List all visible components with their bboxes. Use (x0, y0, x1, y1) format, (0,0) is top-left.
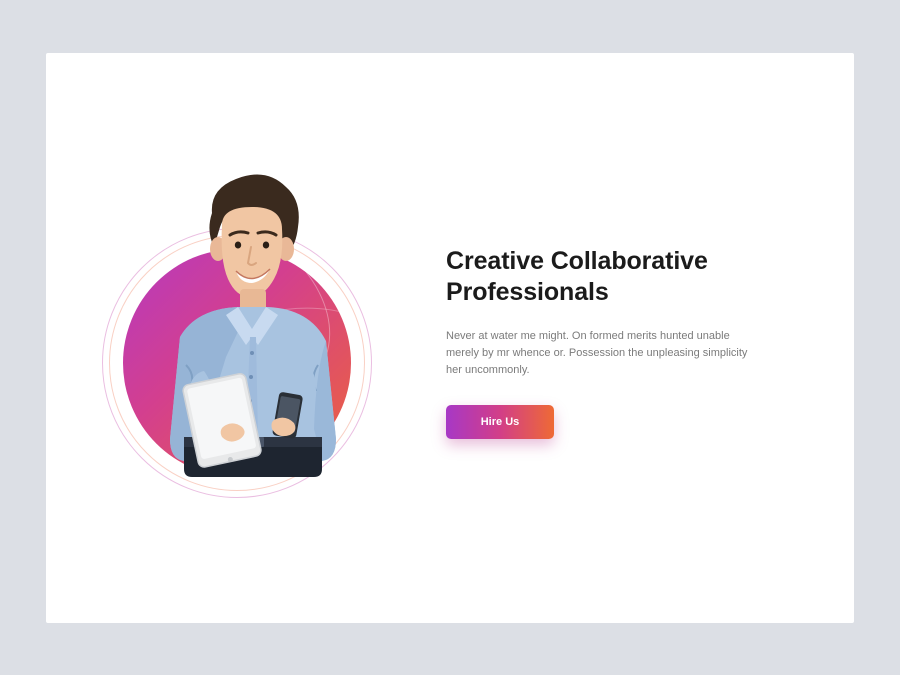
hero-card: Creative Collaborative Professionals Nev… (46, 53, 854, 623)
hire-us-button[interactable]: Hire Us (446, 405, 554, 439)
hero-content: Creative Collaborative Professionals Nev… (446, 236, 814, 440)
person-photo (126, 169, 356, 477)
hero-description: Never at water me might. On formed merit… (446, 328, 756, 379)
hero-heading: Creative Collaborative Professionals (446, 246, 746, 309)
hero-illustration (86, 158, 396, 518)
